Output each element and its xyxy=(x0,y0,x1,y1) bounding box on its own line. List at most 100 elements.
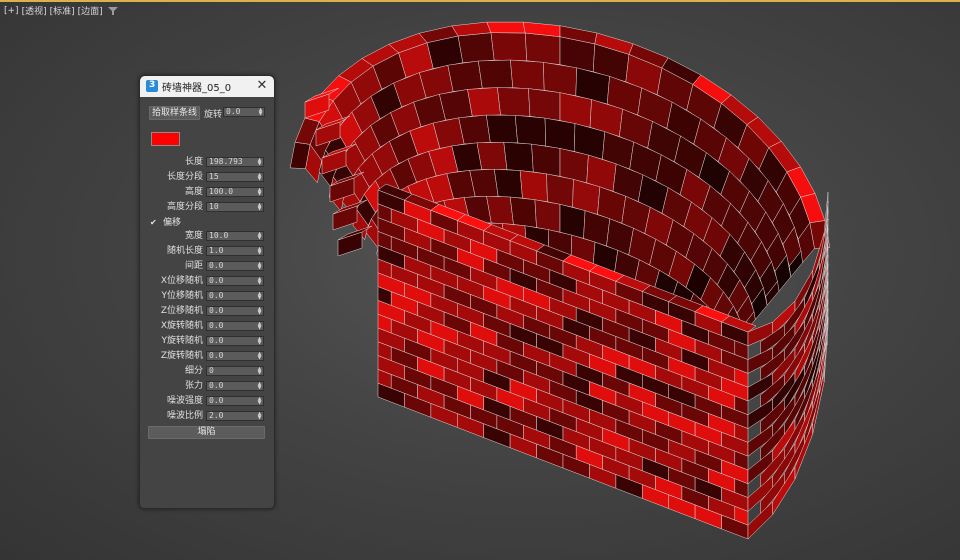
spinner-icon[interactable]: ▲ ▼ xyxy=(257,307,262,316)
param-value: 0 xyxy=(209,366,214,375)
param-row: Z位移随机 0.0 ▲ ▼ xyxy=(140,305,274,317)
param-field[interactable]: 1.0 ▲ ▼ xyxy=(206,246,264,256)
param-row: 高度 100.0 ▲ ▼ xyxy=(140,186,274,198)
param-field[interactable]: 0 ▲ ▼ xyxy=(206,366,264,376)
brick xyxy=(503,141,534,173)
param-value: 0.0 xyxy=(209,276,224,285)
param-row: X旋转随机 0.0 ▲ ▼ xyxy=(140,320,274,332)
param-field[interactable]: 0.0 ▲ ▼ xyxy=(206,351,264,361)
spinner-icon[interactable]: ▲ ▼ xyxy=(257,412,262,421)
brick-wall-panel: 3 砖墙神器_05_0 ✕ 拾取样条线 旋转 0.0 ▲ ▼ ✔ 偏移 塌陷 长度… xyxy=(139,75,275,509)
spinner-icon[interactable]: ▲ ▼ xyxy=(257,158,262,167)
param-label: Y旋转随机 xyxy=(161,336,204,346)
param-value: 10 xyxy=(209,202,219,211)
spinner-icon[interactable]: ▲ ▼ xyxy=(257,277,262,286)
param-value: 2.0 xyxy=(209,411,224,420)
brick xyxy=(543,62,577,96)
param-field[interactable]: 0.0 ▲ ▼ xyxy=(206,381,264,391)
param-value: 10.0 xyxy=(209,231,229,240)
brick xyxy=(528,88,561,121)
brick xyxy=(524,32,561,65)
brick xyxy=(534,199,561,233)
app-icon: 3 xyxy=(146,80,158,92)
param-field[interactable]: 15 ▲ ▼ xyxy=(206,172,264,182)
spinner-icon[interactable]: ▲ ▼ xyxy=(257,322,262,331)
spinner-icon[interactable]: ▲ ▼ xyxy=(257,352,262,361)
param-field[interactable]: 0.0 ▲ ▼ xyxy=(206,306,264,316)
param-label: X位移随机 xyxy=(160,276,203,286)
rotate-field[interactable]: 0.0 ▲ ▼ xyxy=(223,107,265,117)
panel-titlebar[interactable]: 3 砖墙神器_05_0 ✕ xyxy=(140,76,274,97)
brick xyxy=(478,59,514,89)
param-field[interactable]: 10.0 ▲ ▼ xyxy=(206,231,264,241)
param-field[interactable]: 0.0 ▲ ▼ xyxy=(206,261,264,271)
param-label: 噪波比例 xyxy=(166,411,203,421)
param-field[interactable]: 0.0 ▲ ▼ xyxy=(206,291,264,301)
spinner-icon[interactable]: ▲ ▼ xyxy=(257,337,262,346)
param-value: 0.0 xyxy=(209,381,224,390)
brick xyxy=(486,114,518,144)
param-row: 细分 0 ▲ ▼ xyxy=(140,365,274,377)
param-label: 高度分段 xyxy=(166,202,203,212)
spinner-icon[interactable]: ▲ ▼ xyxy=(257,292,262,301)
param-label: X旋转随机 xyxy=(160,321,203,331)
param-row: Y旋转随机 0.0 ▲ ▼ xyxy=(140,335,274,347)
color-swatch[interactable] xyxy=(151,132,180,146)
spinner-icon[interactable]: ▲ ▼ xyxy=(257,262,262,271)
spinner-icon[interactable]: ▲ ▼ xyxy=(257,382,262,391)
param-value: 0.0 xyxy=(209,336,224,345)
spinner-icon[interactable]: ▲ ▼ xyxy=(257,397,262,406)
param-row: 随机长度 1.0 ▲ ▼ xyxy=(140,245,274,257)
param-label: 间距 xyxy=(184,261,203,271)
brick xyxy=(458,114,491,145)
spinner-icon[interactable]: ▲ ▼ xyxy=(257,203,262,212)
param-label: 长度 xyxy=(184,157,203,167)
param-value: 0.0 xyxy=(209,321,224,330)
param-label: Z旋转随机 xyxy=(160,351,203,361)
param-row: 间距 0.0 ▲ ▼ xyxy=(140,260,274,272)
brick xyxy=(457,32,495,63)
pick-spline-button[interactable]: 拾取样条线 xyxy=(149,106,200,120)
spinner-icon[interactable]: ▲ ▼ xyxy=(257,173,262,182)
param-row: 噪波比例 2.0 ▲ ▼ xyxy=(140,410,274,422)
brick xyxy=(531,143,561,177)
param-field[interactable]: 198.793 ▲ ▼ xyxy=(206,157,264,167)
brick xyxy=(439,89,473,121)
param-value: 0.0 xyxy=(209,306,224,315)
param-row: X位移随机 0.0 ▲ ▼ xyxy=(140,275,274,287)
param-field[interactable]: 10 ▲ ▼ xyxy=(206,202,264,212)
param-field[interactable]: 0.0 ▲ ▼ xyxy=(206,276,264,286)
collapse-button[interactable]: 塌陷 xyxy=(148,426,265,439)
brick xyxy=(510,59,545,91)
param-label: 细分 xyxy=(184,366,203,376)
param-field[interactable]: 2.0 ▲ ▼ xyxy=(206,411,264,421)
param-field[interactable]: 0.0 ▲ ▼ xyxy=(206,336,264,346)
param-value: 198.793 xyxy=(209,157,243,166)
offset-checkbox[interactable]: ✔ xyxy=(150,219,158,227)
spinner-icon[interactable]: ▲ ▼ xyxy=(257,188,262,197)
brick xyxy=(467,87,501,117)
param-field[interactable]: 0.0 ▲ ▼ xyxy=(206,321,264,331)
param-row: 宽度 10.0 ▲ ▼ xyxy=(140,230,274,242)
close-icon[interactable]: ✕ xyxy=(255,79,269,93)
panel-title: 砖墙神器_05_0 xyxy=(162,83,232,94)
param-row: 噪波强度 0.0 ▲ ▼ xyxy=(140,395,274,407)
spinner-icon[interactable]: ▲ ▼ xyxy=(257,232,262,241)
param-label: Z位移随机 xyxy=(160,306,203,316)
param-label: 随机长度 xyxy=(166,246,203,256)
spinner-icon[interactable]: ▲ ▼ xyxy=(257,367,262,376)
param-label: 噪波强度 xyxy=(166,396,203,406)
rotate-label: 旋转 xyxy=(204,110,223,120)
param-field[interactable]: 100.0 ▲ ▼ xyxy=(206,187,264,197)
spinner-icon[interactable]: ▲ ▼ xyxy=(257,247,262,256)
rotate-value: 0.0 xyxy=(226,107,241,116)
brick xyxy=(514,115,547,147)
param-label: 高度 xyxy=(184,187,203,197)
brick xyxy=(546,173,574,208)
spinner-icon[interactable]: ▲ ▼ xyxy=(258,108,263,117)
offset-label: 偏移 xyxy=(163,218,182,228)
param-field[interactable]: 0.0 ▲ ▼ xyxy=(206,396,264,406)
param-value: 100.0 xyxy=(209,187,234,196)
param-row: Z旋转随机 0.0 ▲ ▼ xyxy=(140,350,274,362)
param-row: 长度分段 15 ▲ ▼ xyxy=(140,171,274,183)
